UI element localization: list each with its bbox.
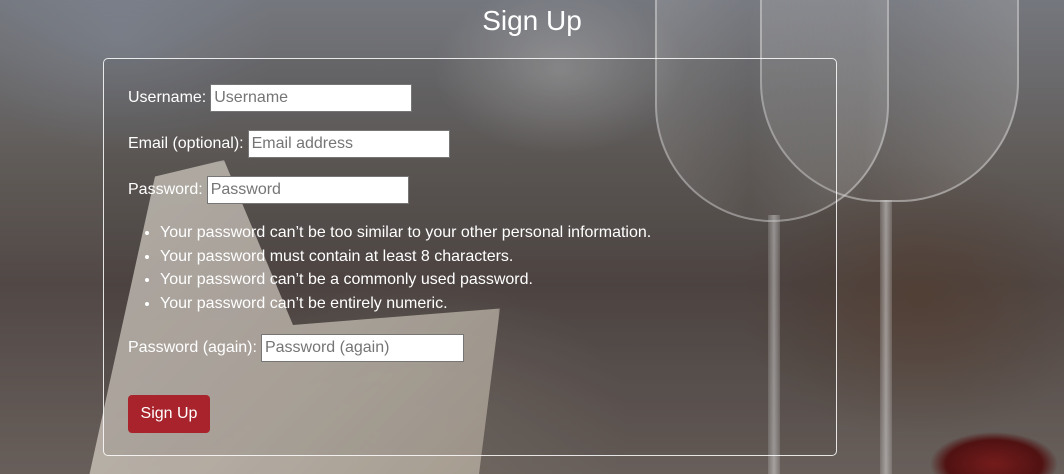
password-label: Password: xyxy=(128,181,203,198)
signup-form: Username: Email (optional): Password: Yo… xyxy=(103,58,837,456)
password-again-label: Password (again): xyxy=(128,339,257,356)
email-label: Email (optional): xyxy=(128,135,244,152)
password-rule: Your password can’t be too similar to yo… xyxy=(160,221,651,245)
password-rule: Your password can’t be a commonly used p… xyxy=(160,268,651,292)
password-row: Password: xyxy=(128,176,409,204)
username-label: Username: xyxy=(128,89,207,106)
password-rule: Your password can’t be entirely numeric. xyxy=(160,292,651,316)
password-input[interactable] xyxy=(206,176,409,204)
email-row: Email (optional): xyxy=(128,130,450,158)
page-title: Sign Up xyxy=(482,5,582,36)
password-rule: Your password must contain at least 8 ch… xyxy=(160,245,651,269)
username-input[interactable] xyxy=(210,84,413,112)
username-row: Username: xyxy=(128,84,413,112)
password-again-input[interactable] xyxy=(260,334,464,362)
password-again-row: Password (again): xyxy=(128,334,464,362)
sign-up-button[interactable]: Sign Up xyxy=(128,395,210,433)
email-input[interactable] xyxy=(247,130,450,158)
password-rules-list: Your password can’t be too similar to yo… xyxy=(136,221,651,315)
